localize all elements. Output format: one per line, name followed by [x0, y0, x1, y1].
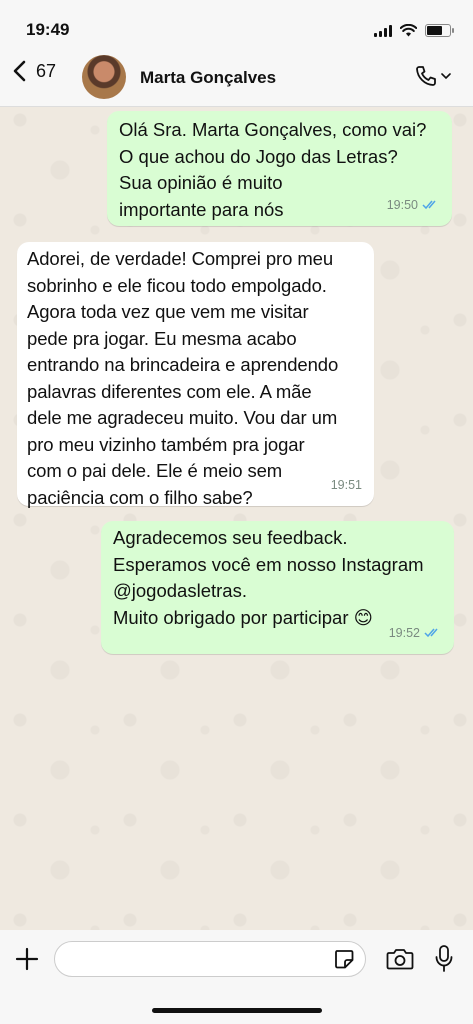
message-time: 19:50: [386, 197, 418, 212]
message-text: Adorei, de verdade! Comprei pro meu sobr…: [27, 248, 339, 508]
message-input[interactable]: [67, 942, 331, 976]
back-button[interactable]: 67: [12, 60, 56, 82]
chat-header: 67 Marta Gonçalves: [0, 46, 473, 107]
sticker-icon[interactable]: [333, 948, 355, 970]
message-meta: 19:51: [331, 472, 362, 499]
double-check-icon: [424, 628, 438, 638]
message-meta: 19:50: [387, 192, 440, 219]
message-bubble-outgoing[interactable]: Agradecemos seu feedback. Esperamos você…: [101, 521, 454, 654]
message-input-field[interactable]: [54, 941, 366, 977]
chevron-down-icon: [441, 72, 451, 79]
message-bubble-incoming[interactable]: Adorei, de verdade! Comprei pro meu sobr…: [17, 242, 374, 508]
status-time: 19:49: [26, 20, 70, 39]
signal-icon: [374, 24, 392, 37]
call-button[interactable]: [414, 64, 451, 88]
camera-icon[interactable]: [386, 947, 414, 971]
message-time: 19:52: [388, 625, 420, 640]
chevron-left-icon: [13, 60, 26, 82]
status-bar: 19:49: [0, 0, 473, 46]
status-icons: [374, 24, 454, 37]
avatar[interactable]: [82, 55, 126, 99]
wifi-icon: [400, 24, 417, 37]
double-check-icon: [422, 200, 436, 210]
message-text: Agradecemos seu feedback. Esperamos você…: [113, 527, 424, 628]
battery-icon: [425, 24, 454, 37]
phone-icon: [416, 66, 436, 86]
microphone-icon[interactable]: [434, 944, 454, 974]
message-bubble-outgoing[interactable]: Olá Sra. Marta Gonçalves, como vai? O qu…: [107, 111, 452, 226]
message-meta: 19:52: [389, 620, 442, 647]
contact-name[interactable]: Marta Gonçalves: [140, 68, 276, 88]
home-indicator: [152, 1008, 322, 1013]
unread-count: 67: [36, 60, 57, 81]
message-time: 19:51: [330, 477, 362, 492]
plus-icon[interactable]: [14, 946, 40, 972]
